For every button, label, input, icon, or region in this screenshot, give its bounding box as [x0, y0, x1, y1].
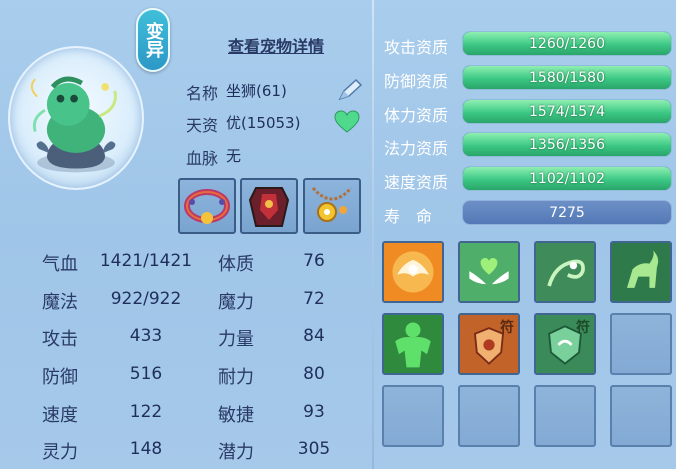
mutant-badge: 变异: [136, 8, 170, 72]
pet-lion-image: [30, 76, 117, 173]
speed-value: 122: [129, 402, 163, 422]
defense-aptitude-label: 防御资质: [384, 72, 449, 91]
mana-aptitude-label: 法力资质: [384, 139, 449, 158]
potential-value: 305: [297, 439, 331, 459]
agility-label: 敏捷: [218, 405, 254, 426]
endurance-value: 80: [303, 364, 325, 384]
constitution-label: 体质: [218, 254, 254, 275]
pet-name-row: 名称 坐狮(61): [186, 80, 287, 104]
pet-talent-row: 天资 优(15053): [186, 112, 300, 136]
defense-aptitude-value: 1580/1580: [529, 70, 605, 86]
collar-equipment-icon: [184, 189, 230, 224]
stamina-aptitude-value: 1574/1574: [529, 104, 605, 120]
skill-slot-empty[interactable]: [610, 385, 672, 447]
winged-orb-skill-icon: [384, 243, 442, 301]
pet-talent-label: 天资: [186, 116, 219, 135]
equipment-slot-necklace[interactable]: [303, 178, 361, 234]
skill-slot-spirit[interactable]: [534, 241, 596, 303]
stamina-aptitude-bar: 1574/1574: [462, 99, 672, 124]
defense-value: 516: [129, 364, 163, 384]
skill-slot-wings[interactable]: [382, 241, 444, 303]
strength-value: 84: [303, 326, 325, 346]
talisman-badge: 符: [576, 320, 590, 336]
defense-aptitude-bar: 1580/1580: [462, 65, 672, 90]
agility-value: 93: [303, 402, 325, 422]
panel-divider: [372, 0, 374, 469]
stamina-aptitude-label: 体力资质: [384, 106, 449, 125]
magic-label: 魔力: [218, 292, 254, 313]
lifespan-label: 寿 命: [384, 207, 433, 226]
mutant-badge-text: 变异: [143, 22, 164, 58]
pet-info-panel: 变异 查看宠物详情 名称 坐狮(61) 天资 优(15053) 血脉 无 气血 …: [0, 0, 676, 469]
attack-aptitude-bar: 1260/1260: [462, 31, 672, 56]
skill-slot-empty[interactable]: [382, 385, 444, 447]
pet-name-value: 坐狮(61): [226, 82, 287, 100]
pet-bloodline-label: 血脉: [186, 149, 219, 168]
mana-aptitude-value: 1356/1356: [529, 137, 605, 153]
pet-name-label: 名称: [186, 84, 219, 103]
lifespan-bar: 7275: [462, 200, 672, 225]
magic-value: 72: [303, 289, 325, 309]
speed-aptitude-value: 1102/1102: [529, 171, 605, 187]
goat-skill-icon: [612, 243, 670, 301]
talisman-badge: 符: [500, 320, 514, 336]
spirit-swirl-skill-icon: [536, 243, 594, 301]
hp-value: 1421/1421: [99, 251, 193, 271]
heart-icon[interactable]: [334, 110, 360, 134]
pet-bloodline-row: 血脉 无: [186, 145, 241, 169]
hp-label: 气血: [42, 254, 78, 275]
mana-aptitude-bar: 1356/1356: [462, 132, 672, 157]
attack-value: 433: [129, 326, 163, 346]
skill-slot-goat[interactable]: [610, 241, 672, 303]
skill-slot-strength[interactable]: [382, 313, 444, 375]
attack-aptitude-value: 1260/1260: [529, 36, 605, 52]
pet-bloodline-value: 无: [226, 147, 242, 165]
defense-label: 防御: [42, 367, 78, 388]
rename-pencil-icon[interactable]: [336, 77, 364, 103]
attack-aptitude-label: 攻击资质: [384, 38, 449, 57]
green-muscle-skill-icon: [384, 315, 442, 373]
lifespan-value: 7275: [549, 205, 585, 221]
equipment-slot-armor[interactable]: [240, 178, 298, 234]
skill-slot-heart[interactable]: [458, 241, 520, 303]
speed-aptitude-bar: 1102/1102: [462, 166, 672, 191]
pet-portrait[interactable]: [8, 46, 144, 190]
constitution-value: 76: [303, 251, 325, 271]
spirit-label: 灵力: [42, 442, 78, 463]
skill-slot-empty[interactable]: [534, 385, 596, 447]
strength-label: 力量: [218, 329, 254, 350]
attack-label: 攻击: [42, 329, 78, 350]
pet-talent-value: 优(15053): [226, 114, 301, 132]
view-pet-details-link[interactable]: 查看宠物详情: [228, 33, 324, 57]
speed-label: 速度: [42, 405, 78, 426]
potential-label: 潜力: [218, 442, 254, 463]
speed-aptitude-label: 速度资质: [384, 173, 449, 192]
winged-heart-skill-icon: [460, 243, 518, 301]
armor-equipment-icon: [248, 187, 290, 227]
equipment-slot-collar[interactable]: [178, 178, 236, 234]
skill-slot-empty[interactable]: [458, 385, 520, 447]
endurance-label: 耐力: [218, 367, 254, 388]
mp-value: 922/922: [110, 289, 182, 309]
necklace-equipment-icon: [311, 186, 353, 222]
spirit-value: 148: [129, 439, 163, 459]
skill-slot-talisman-guard[interactable]: 符: [534, 313, 596, 375]
skill-slot-empty[interactable]: [610, 313, 672, 375]
mp-label: 魔法: [42, 292, 78, 313]
skill-slot-talisman-shield[interactable]: 符: [458, 313, 520, 375]
